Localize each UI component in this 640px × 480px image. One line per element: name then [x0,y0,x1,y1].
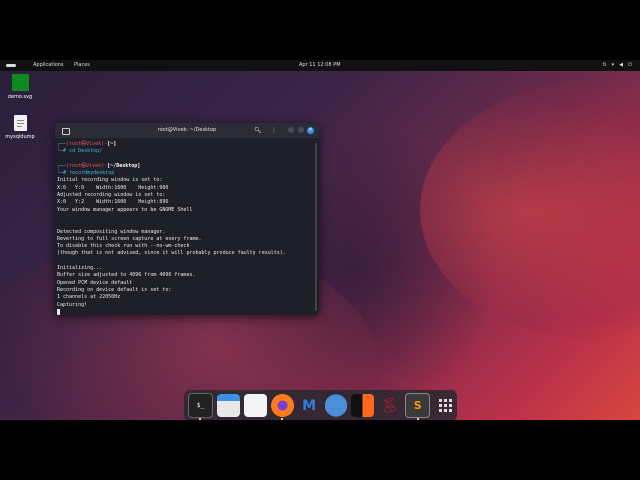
wifi-icon[interactable]: ▾ [612,60,615,71]
activities-button[interactable] [6,64,16,67]
maximize-button[interactable] [298,127,304,133]
prompt-path: [~] [107,141,117,147]
volume-icon[interactable]: ◀ [619,60,623,71]
desktop-icon-label: demo.svg [7,94,33,100]
command-text: recordmydesktop [69,170,115,177]
output-line: Recording on device default is set to: [57,286,172,293]
menu-icon[interactable]: ⋮ [271,123,277,138]
show-apps-grid-icon[interactable] [434,394,457,417]
wireshark-app-icon[interactable] [324,394,348,417]
terminal-app-icon[interactable]: $_ [188,393,213,420]
search-icon[interactable]: 🔍︎ [254,123,262,138]
text-editor-app-icon[interactable] [243,394,267,417]
output-line: Initial recording window is set to: [57,177,163,184]
metasploit-app-icon[interactable]: M [298,394,321,417]
output-line: Capturing! [57,301,88,308]
prompt-path: [~/Desktop] [107,162,141,169]
output-line: Detected compositing window manager. [57,228,166,235]
output-line: Adjusted recording window is set to: [57,192,166,199]
prompt-user: (root㉿Vivek) [66,141,105,147]
desktop-icon-mysqldump[interactable]: mysqldump [0,115,40,140]
running-indicator [281,418,284,420]
command-text: cd Desktop/ [69,148,103,155]
output-line: X:0 Y:2 Width:1600 Height:896 [57,199,169,206]
running-indicator [416,418,419,420]
power-icon[interactable]: ⏻ [628,60,632,71]
output-line: Buffer size adjusted to 4096 from 4096 f… [57,272,196,279]
places-menu[interactable]: Places [74,60,90,71]
dock: $_ M 🍒︎ S [184,390,457,420]
prompt-user: (root㉿Vivek) [66,162,105,169]
terminal-output[interactable]: ┌──(root㉿Vivek)-[~] └─# cd Desktop/ ┌──(r… [55,138,319,315]
applications-menu[interactable]: Applications [33,60,64,71]
terminal-window[interactable]: root@Vivek: ~/Desktop 🔍︎ ⋮ ✕ ┌──(root㉿Vi… [55,123,319,315]
output-line: Initializing... [57,265,103,272]
command-line: └─# cd Desktop/ [57,148,103,155]
network-icon[interactable]: ⇅ [602,60,606,71]
output-line: Reverting to full screen capture at ever… [57,235,202,242]
top-panel: Applications Places Apr 11 12:08 PM ⇅ ▾ … [0,60,640,71]
terminal-scrollbar[interactable] [315,143,317,311]
files-app-icon[interactable] [216,394,240,417]
output-line: (though that is not advised, since it wi… [57,250,286,257]
clock[interactable]: Apr 11 12:08 PM [299,60,341,71]
green-image-icon [11,74,29,91]
burpsuite-app-icon[interactable] [351,394,375,417]
running-indicator [199,418,202,420]
desktop-icon-label: mysqldump [5,134,35,140]
output-line: X:0 Y:0 Width:1600 Height:900 [57,184,169,191]
system-tray[interactable]: ⇅ ▾ ◀ ⏻ [602,60,632,71]
output-line: Your window manager appears to be GNOME … [57,206,193,213]
output-line: To disable this check run with --no-wm-c… [57,243,190,250]
sublime-text-app-icon[interactable]: S [405,393,431,420]
terminal-titlebar[interactable]: root@Vivek: ~/Desktop 🔍︎ ⋮ ✕ [55,123,319,138]
command-line: └─# recordmydesktop [57,170,115,177]
output-line: Opened PCM device default [57,279,133,286]
cursor-line [57,308,317,315]
text-file-icon [13,115,27,131]
minimize-button[interactable] [288,127,294,133]
terminal-title: root@Vivek: ~/Desktop [157,127,217,133]
desktop-icon-demo-svg[interactable]: demo.svg [0,74,40,100]
desktop: Applications Places Apr 11 12:08 PM ⇅ ▾ … [0,60,640,420]
text-cursor [57,308,60,315]
firefox-app-icon[interactable] [270,394,294,420]
close-button[interactable]: ✕ [307,127,314,134]
output-line: 1 channels at 22050Hz [57,294,121,301]
cherrytree-app-icon[interactable]: 🍒︎ [378,394,401,417]
